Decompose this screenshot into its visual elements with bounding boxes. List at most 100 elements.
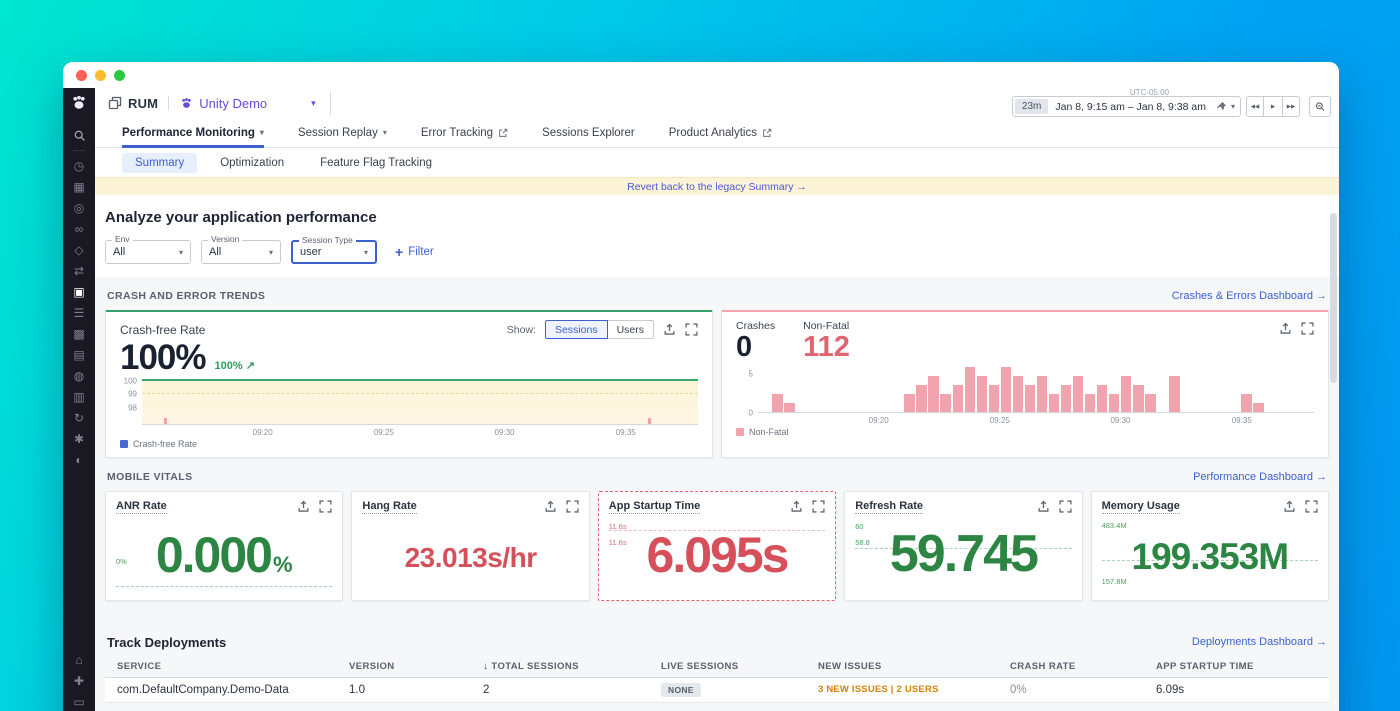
toggle-sessions-button[interactable]: Sessions <box>545 320 608 339</box>
bar <box>940 394 951 412</box>
expand-icon[interactable] <box>685 323 698 336</box>
tab-error-tracking[interactable]: Error Tracking <box>421 118 508 147</box>
service-management-icon[interactable]: ◐ <box>67 449 91 470</box>
integrations-icon[interactable]: ◇ <box>67 239 91 260</box>
infrastructure-icon[interactable]: ▦ <box>67 176 91 197</box>
expand-icon[interactable] <box>319 500 332 513</box>
bar <box>1037 376 1048 412</box>
chevron-down-icon: ▾ <box>364 248 368 257</box>
non-fatal-chart[interactable]: 5 0 <box>736 367 1314 413</box>
crash-free-legend[interactable]: Crash-free Rate <box>120 439 698 449</box>
search-icon[interactable] <box>67 125 91 146</box>
bar <box>1085 394 1096 412</box>
application-selector[interactable]: Unity Demo ▾ <box>199 96 315 111</box>
export-icon[interactable] <box>790 500 803 513</box>
env-filter-select[interactable]: Env All ▾ <box>105 240 191 264</box>
help-chat-icon[interactable]: ▭ <box>67 691 91 711</box>
logs-icon[interactable]: ☰ <box>67 302 91 323</box>
play-button[interactable]: ▶ <box>1264 96 1282 117</box>
tab-product-analytics[interactable]: Product Analytics <box>669 118 772 147</box>
crash-free-rate-delta: 100% ↗ <box>215 359 255 372</box>
monitors-icon[interactable]: ▤ <box>67 344 91 365</box>
chevron-down-icon: ▾ <box>179 248 183 257</box>
column-crash-rate[interactable]: CRASH RATE <box>1010 661 1156 672</box>
export-icon[interactable] <box>1279 322 1292 335</box>
expand-icon[interactable] <box>1059 500 1072 513</box>
x-tick-label: 09:20 <box>869 416 889 425</box>
revert-legacy-link[interactable]: Revert back to the legacy Summary → <box>627 181 807 193</box>
export-icon[interactable] <box>1037 500 1050 513</box>
digital-experience-icon[interactable]: ▣ <box>67 281 91 302</box>
subtab-feature-flag-tracking[interactable]: Feature Flag Tracking <box>307 153 445 173</box>
duration-chip[interactable]: 23m <box>1015 99 1048 114</box>
expand-icon[interactable] <box>1305 500 1318 513</box>
export-icon[interactable] <box>1283 500 1296 513</box>
metrics-icon[interactable]: ◎ <box>67 197 91 218</box>
non-fatal-legend[interactable]: Non-Fatal <box>736 427 1314 437</box>
tab-session-replay[interactable]: Session Replay ▾ <box>298 118 387 147</box>
scrollbar[interactable] <box>1330 213 1337 711</box>
bar <box>1241 394 1252 412</box>
add-filter-button[interactable]: + Filter <box>395 245 434 259</box>
export-icon[interactable] <box>663 323 676 336</box>
column-total-sessions[interactable]: ↓TOTAL SESSIONS <box>483 661 661 672</box>
pin-icon[interactable] <box>1216 101 1227 112</box>
vital-card-icons <box>790 500 825 513</box>
zoom-out-button[interactable] <box>1309 96 1331 117</box>
session-type-filter-select[interactable]: Session Type user ▾ <box>291 240 377 264</box>
expand-icon[interactable] <box>812 500 825 513</box>
time-range-picker[interactable]: 23m Jan 8, 9:15 am – Jan 8, 9:38 am ▾ <box>1012 96 1241 117</box>
error-tracking-icon[interactable]: ✱ <box>67 428 91 449</box>
version-filter-select[interactable]: Version All ▾ <box>201 240 281 264</box>
column-live-sessions[interactable]: LIVE SESSIONS <box>661 661 818 672</box>
watchdog-icon[interactable]: ∞ <box>67 218 91 239</box>
export-icon[interactable] <box>297 500 310 513</box>
tab-performance-monitoring[interactable]: Performance Monitoring ▾ <box>122 118 264 147</box>
skip-back-button[interactable]: ◀◀ <box>1246 96 1264 117</box>
ci-pipelines-icon[interactable]: ↻ <box>67 407 91 428</box>
table-row[interactable]: com.DefaultCompany.Demo-Data 1.0 2 NONE … <box>105 678 1329 703</box>
crash-free-chart[interactable]: 100 99 98 <box>120 379 698 425</box>
toggle-users-button[interactable]: Users <box>608 320 654 339</box>
expand-icon[interactable] <box>566 500 579 513</box>
export-icon[interactable] <box>544 500 557 513</box>
vital-card-anr: ANR Rate 0%0.000% <box>105 491 343 601</box>
plus-icon: + <box>395 245 403 259</box>
performance-dashboard-link[interactable]: Performance Dashboard → <box>1193 471 1327 483</box>
topbar: RUM Unity Demo ▾ UTC-05:00 23m Jan 8, 9:… <box>95 88 1339 118</box>
expand-icon[interactable] <box>1301 322 1314 335</box>
scrollbar-thumb[interactable] <box>1330 213 1337 383</box>
vital-value: 6.095s <box>607 530 827 580</box>
tab-sessions-explorer[interactable]: Sessions Explorer <box>542 118 635 147</box>
close-window-button[interactable] <box>76 70 87 81</box>
version-filter-label: Version <box>208 234 242 244</box>
track-deployments-title: Track Deployments <box>107 635 226 650</box>
security-icon[interactable]: ▥ <box>67 386 91 407</box>
chevron-down-icon: ▾ <box>311 98 316 109</box>
sessions-users-toggle: Sessions Users <box>545 320 654 339</box>
column-service[interactable]: SERVICE <box>117 661 349 672</box>
chevron-down-icon[interactable]: ▾ <box>1231 102 1235 111</box>
bar <box>1025 385 1036 412</box>
subtab-optimization[interactable]: Optimization <box>207 153 297 173</box>
deployments-table: SERVICE VERSION ↓TOTAL SESSIONS LIVE SES… <box>105 657 1329 703</box>
synthetics-icon[interactable]: ◍ <box>67 365 91 386</box>
history-icon[interactable]: ◷ <box>67 155 91 176</box>
apm-icon[interactable]: ⇄ <box>67 260 91 281</box>
datadog-logo-icon[interactable] <box>69 93 89 113</box>
version-filter-value: All <box>209 246 221 258</box>
crashes-errors-dashboard-link[interactable]: Crashes & Errors Dashboard → <box>1172 290 1327 302</box>
x-tick-label: 09:25 <box>374 428 394 437</box>
column-version[interactable]: VERSION <box>349 661 483 672</box>
column-new-issues[interactable]: NEW ISSUES <box>818 661 1010 672</box>
home-icon[interactable]: ⌂ <box>67 649 91 670</box>
add-icon[interactable]: ✚ <box>67 670 91 691</box>
minimize-window-button[interactable] <box>95 70 106 81</box>
subtab-summary[interactable]: Summary <box>122 153 197 173</box>
skip-forward-button[interactable]: ▶▶ <box>1282 96 1300 117</box>
dashboards-icon[interactable]: ▩ <box>67 323 91 344</box>
maximize-window-button[interactable] <box>114 70 125 81</box>
deployments-dashboard-link[interactable]: Deployments Dashboard → <box>1192 636 1327 648</box>
bar <box>1145 394 1156 412</box>
column-app-startup-time[interactable]: APP STARTUP TIME <box>1156 661 1317 672</box>
